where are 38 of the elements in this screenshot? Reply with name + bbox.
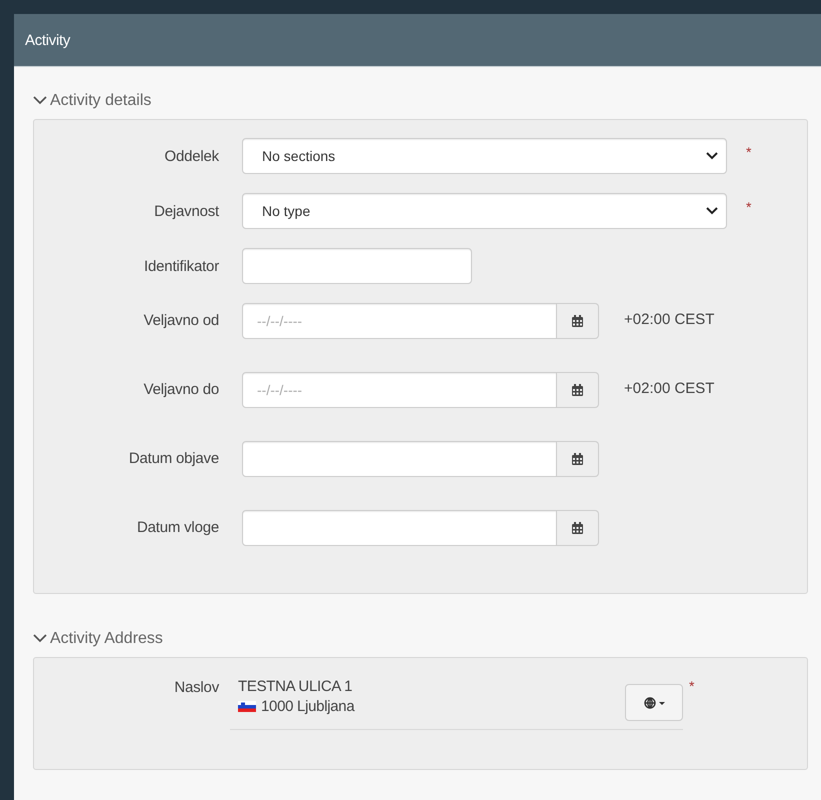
timezone-label: +02:00 CEST xyxy=(624,310,714,328)
timezone-label: +02:00 CEST xyxy=(624,379,714,397)
date-field[interactable]: --/--/---- xyxy=(242,372,557,408)
field-label: Veljavno do xyxy=(142,380,220,398)
field-label: Dejavnost xyxy=(153,202,220,220)
field-label: Identifikator xyxy=(143,258,220,274)
calendar-icon xyxy=(572,384,583,396)
select-field[interactable]: No type xyxy=(242,193,727,229)
section-toggle[interactable]: Activity Address xyxy=(33,629,163,649)
required-marker: * xyxy=(689,678,694,694)
caret-down-icon xyxy=(706,152,718,160)
calendar-icon xyxy=(572,522,583,534)
calendar-button[interactable] xyxy=(557,372,599,408)
required-marker: * xyxy=(746,143,752,160)
date-field[interactable] xyxy=(242,441,557,477)
calendar-icon xyxy=(572,315,583,327)
calendar-icon xyxy=(572,453,583,465)
panel-title: Activity xyxy=(25,32,70,48)
section-toggle[interactable]: Activity details xyxy=(33,91,152,111)
field-label: Datum objave xyxy=(128,449,220,467)
field-label: Oddelek xyxy=(164,148,220,164)
globe-icon xyxy=(644,696,664,708)
calendar-button[interactable] xyxy=(557,303,599,339)
address-line: 1000 Ljubljana xyxy=(261,698,354,715)
map-dropdown-button[interactable] xyxy=(625,684,683,721)
calendar-button[interactable] xyxy=(557,510,599,546)
field-label: Datum vloge xyxy=(136,518,220,536)
field-label: Naslov xyxy=(173,678,220,696)
flag-icon xyxy=(238,701,256,712)
required-marker: * xyxy=(746,198,752,215)
field-label: Veljavno od xyxy=(142,311,220,329)
text-field[interactable] xyxy=(242,248,472,284)
address-line: TESTNA ULICA 1 xyxy=(238,678,354,695)
select-field[interactable]: No sections xyxy=(242,138,727,174)
date-field[interactable] xyxy=(242,510,557,546)
date-field[interactable]: --/--/---- xyxy=(242,303,557,339)
calendar-button[interactable] xyxy=(557,441,599,477)
caret-down-icon xyxy=(706,207,718,215)
